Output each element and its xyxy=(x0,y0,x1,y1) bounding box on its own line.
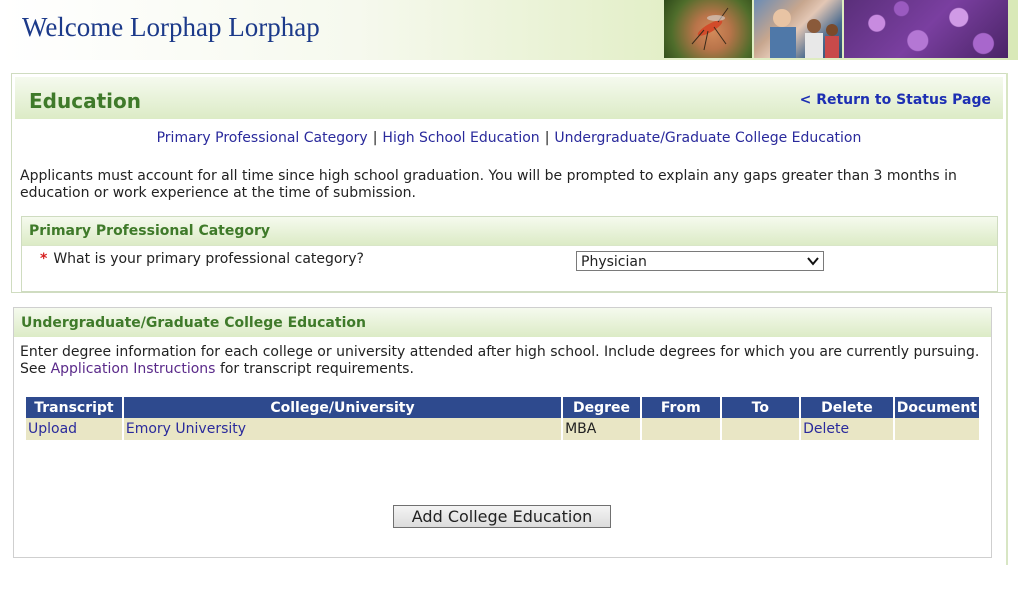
education-panel: Education < Return to Status Page Primar… xyxy=(11,73,1007,293)
required-marker: * xyxy=(40,251,48,267)
college-education-title: Undergraduate/Graduate College Education xyxy=(21,315,366,331)
college-name-link[interactable]: Emory University xyxy=(126,421,246,437)
page-header: Welcome Lorphap Lorphap xyxy=(0,0,1018,60)
college-education-panel: Undergraduate/Graduate College Education… xyxy=(13,307,992,558)
delete-link[interactable]: Delete xyxy=(803,421,849,437)
column-header-delete: Delete xyxy=(801,397,893,418)
subnav-separator: | xyxy=(372,130,378,146)
table-row: Upload Emory University MBA Delete xyxy=(26,418,979,440)
table-cell-college: Emory University xyxy=(123,418,562,440)
welcome-title: Welcome Lorphap Lorphap xyxy=(22,12,320,42)
college-education-header: Undergraduate/Graduate College Education xyxy=(14,308,991,337)
chevron-down-icon xyxy=(807,257,819,266)
table-cell-delete: Delete xyxy=(801,418,893,440)
table-header-row: Transcript College/University Degree Fro… xyxy=(26,397,979,418)
college-intro-text: Enter degree information for each colleg… xyxy=(20,344,982,378)
table-cell-degree: MBA xyxy=(563,418,640,440)
panel-edge-divider xyxy=(1006,73,1008,565)
bacteria-photo xyxy=(844,0,1008,58)
section-title: Education xyxy=(29,89,141,113)
column-header-degree: Degree xyxy=(563,397,640,418)
college-intro-rest: for transcript requirements. xyxy=(219,361,414,377)
table-cell-from xyxy=(641,418,720,440)
selected-value: Physician xyxy=(581,254,647,270)
column-header-from: From xyxy=(641,397,720,418)
college-education-table: Transcript College/University Degree Fro… xyxy=(24,397,981,440)
college-intro-line1: Enter degree information for each colleg… xyxy=(20,344,980,360)
education-intro-text: Applicants must account for all time sin… xyxy=(20,168,957,201)
mosquito-photo xyxy=(664,0,752,58)
column-header-document: Document xyxy=(894,397,979,418)
subnav-primary-category-link[interactable]: Primary Professional Category xyxy=(157,130,368,146)
college-intro-see: See xyxy=(20,361,47,377)
return-to-status-link[interactable]: < Return to Status Page xyxy=(800,92,991,108)
education-header: Education < Return to Status Page xyxy=(15,77,1003,119)
primary-category-header: Primary Professional Category xyxy=(22,217,997,246)
subnav-separator: | xyxy=(544,130,550,146)
primary-category-section: Primary Professional Category * What is y… xyxy=(21,216,998,292)
column-header-transcript: Transcript xyxy=(26,397,122,418)
table-cell-document xyxy=(894,418,979,440)
education-subnav: Primary Professional Category | High Schoo… xyxy=(12,130,1006,146)
subnav-college-link[interactable]: Undergraduate/Graduate College Education xyxy=(554,130,861,146)
add-college-education-button[interactable]: Add College Education xyxy=(393,505,611,528)
table-cell-transcript: Upload xyxy=(26,418,122,440)
upload-link[interactable]: Upload xyxy=(28,421,77,437)
subnav-high-school-link[interactable]: High School Education xyxy=(382,130,539,146)
application-instructions-link[interactable]: Application Instructions xyxy=(51,361,216,377)
column-header-to: To xyxy=(721,397,800,418)
primary-category-question: * What is your primary professional categ… xyxy=(40,251,364,267)
column-header-college: College/University xyxy=(123,397,562,418)
table-cell-to xyxy=(721,418,800,440)
question-label: What is your primary professional catego… xyxy=(53,251,364,267)
health-workers-photo xyxy=(754,0,842,58)
primary-category-select[interactable]: Physician xyxy=(576,251,824,271)
primary-category-title: Primary Professional Category xyxy=(29,223,271,239)
